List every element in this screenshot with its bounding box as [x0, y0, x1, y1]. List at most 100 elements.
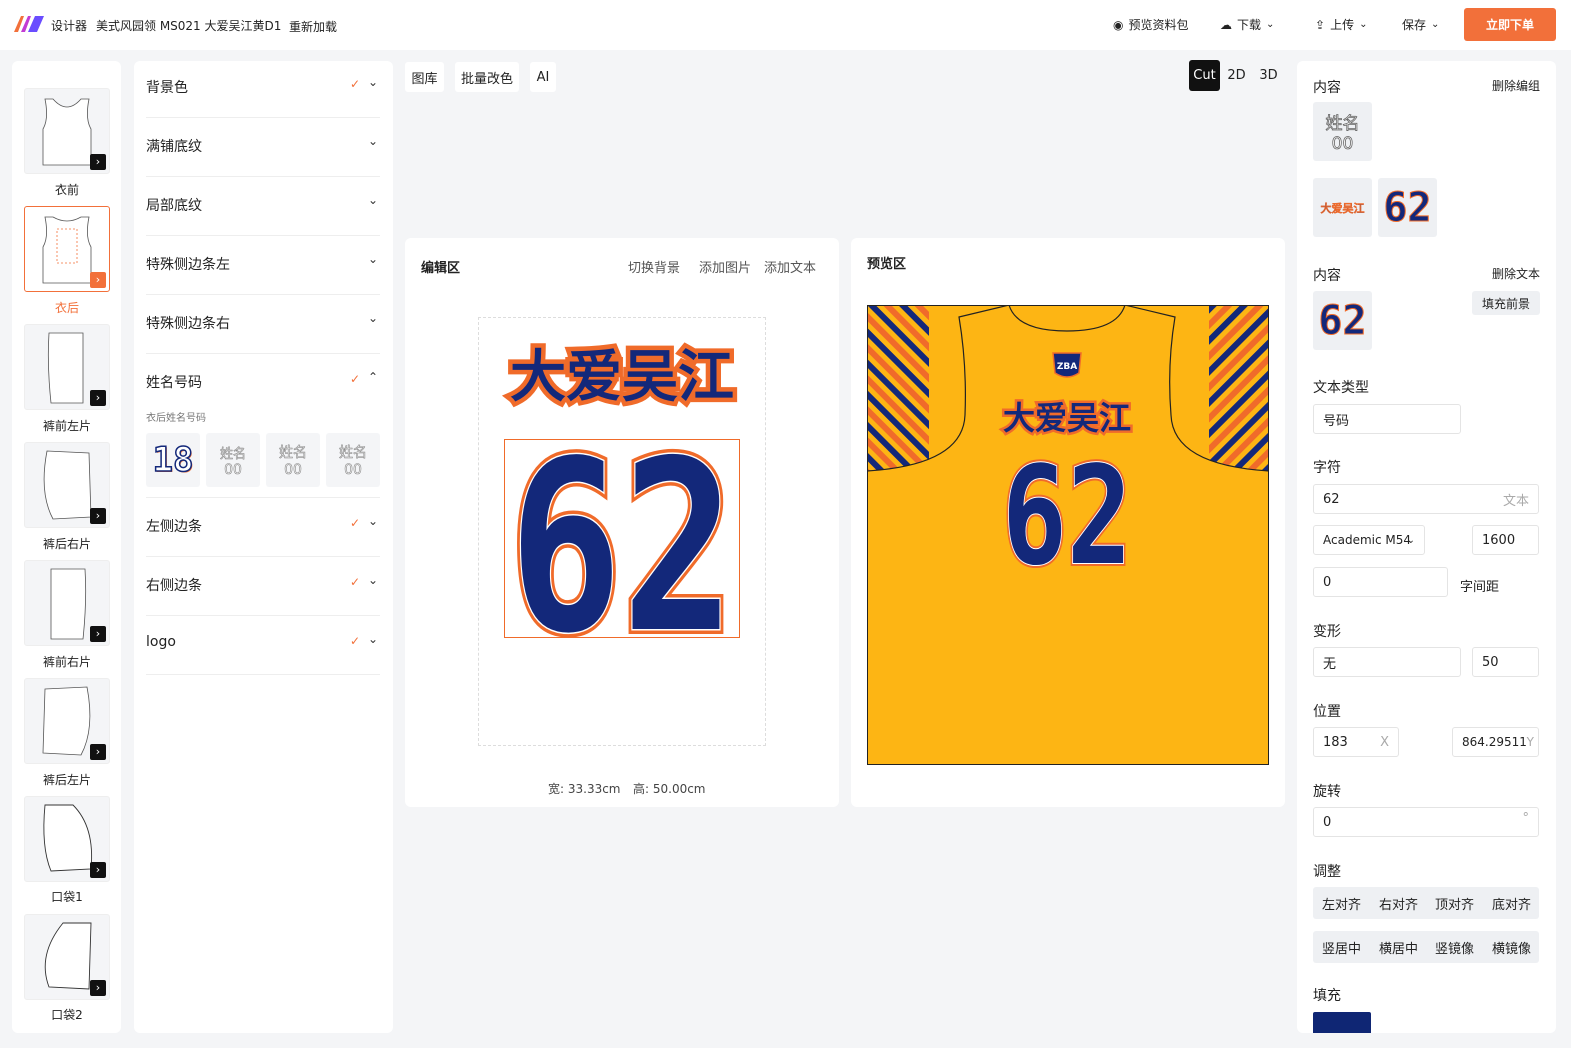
batch-recolor-button[interactable]: 批量改色 — [455, 62, 519, 92]
preview-pack-label: 预览资料包 — [1128, 18, 1189, 32]
chevron-right-icon[interactable]: › — [90, 862, 106, 878]
chevron-down-icon[interactable]: ⌄ — [368, 193, 378, 207]
download-label: 下载 — [1237, 18, 1262, 32]
text-type-select[interactable]: 号码 — [1313, 404, 1461, 434]
layer-special-side-right[interactable]: 特殊侧边条右 ⌄ — [146, 295, 380, 354]
piece-thumb-pocket-2[interactable]: › — [24, 914, 110, 1000]
piece-thumb-front[interactable]: › — [24, 88, 110, 174]
thumb-text: 00 — [1331, 134, 1354, 155]
team-text-thumb[interactable]: 大爱吴江 — [1313, 178, 1372, 237]
piece-thumb-pants-back-right[interactable]: › — [24, 442, 110, 528]
chevron-down-icon[interactable]: ⌄ — [368, 311, 378, 325]
upload-button[interactable]: ⇪ 上传 ⌄ — [1315, 16, 1367, 33]
chevron-down-icon[interactable]: ⌄ — [368, 134, 378, 148]
chevron-down-icon[interactable]: ⌄ — [368, 252, 378, 266]
chevron-up-icon[interactable]: ⌃ — [368, 370, 378, 384]
char-label: 字符 — [1313, 460, 1341, 476]
number-text-object[interactable]: 62 62 — [504, 439, 740, 638]
chevron-right-icon[interactable]: › — [90, 154, 106, 170]
align-right-button[interactable]: 右对齐 — [1370, 887, 1427, 919]
font-select[interactable]: Academic M54 ⌄ — [1313, 525, 1425, 555]
layer-special-side-left[interactable]: 特殊侧边条左 ⌄ — [146, 236, 380, 295]
font-size-input[interactable]: 1600 — [1472, 525, 1539, 555]
selected-text-thumb[interactable]: 62 — [1313, 291, 1372, 350]
library-button[interactable]: 图库 — [405, 62, 444, 92]
char-input[interactable]: 62 文本 — [1313, 484, 1539, 514]
mirror-vertical-button[interactable]: 竖镜像 — [1426, 931, 1483, 963]
layer-full-pattern[interactable]: 满铺底纹 ⌄ — [146, 118, 380, 177]
reload-link[interactable]: 重新加载 — [289, 18, 337, 35]
ai-button[interactable]: AI — [530, 62, 556, 92]
chevron-right-icon[interactable]: › — [90, 980, 106, 996]
piece-thumb-back[interactable]: › — [24, 206, 110, 292]
pos-x-suffix: X — [1380, 734, 1389, 750]
font-style-option[interactable]: 姓名 00 — [326, 433, 380, 487]
piece-thumb-pants-back-left[interactable]: › — [24, 678, 110, 764]
team-name-text-object[interactable]: 大爱吴江 — [502, 340, 742, 411]
view-3d-button[interactable]: 3D — [1253, 60, 1284, 91]
zba-logo-icon: ZBA — [1052, 352, 1082, 378]
tile-text: 00 — [224, 461, 242, 478]
check-icon: ✓ — [349, 575, 360, 589]
chevron-right-icon[interactable]: › — [90, 272, 106, 288]
letter-spacing-label: 字间距 — [1460, 580, 1500, 595]
align-left-button[interactable]: 左对齐 — [1313, 887, 1370, 919]
font-sample-text: 18 — [152, 439, 194, 481]
thumb-text: 62 — [1318, 297, 1367, 344]
font-style-option[interactable]: 姓名 00 — [206, 433, 260, 487]
chevron-right-icon[interactable]: › — [90, 390, 106, 406]
preview-team-name: 大爱吴江 — [1003, 399, 1131, 437]
center-horizontal-button[interactable]: 横居中 — [1370, 931, 1427, 963]
position-y-input[interactable]: 864.29511 Y — [1452, 727, 1539, 757]
group-thumb[interactable]: 姓名 00 — [1313, 102, 1372, 161]
fill-foreground-button[interactable]: 填充前景 — [1472, 291, 1540, 315]
layer-left-side-strip[interactable]: 左侧边条 ✓ ⌄ — [146, 498, 380, 557]
position-label: 位置 — [1313, 704, 1341, 720]
align-top-button[interactable]: 顶对齐 — [1426, 887, 1483, 919]
add-image-link[interactable]: 添加图片 — [699, 257, 751, 276]
piece-thumb-pants-front-left[interactable]: › — [24, 324, 110, 410]
check-icon: ✓ — [349, 77, 360, 91]
transform-amount-input[interactable]: 50 — [1472, 647, 1539, 677]
chevron-down-icon[interactable]: ⌄ — [368, 75, 378, 89]
delete-group-button[interactable]: 删除编组 — [1492, 77, 1540, 94]
mirror-horizontal-button[interactable]: 横镜像 — [1483, 931, 1540, 963]
layer-right-side-strip[interactable]: 右侧边条 ✓ ⌄ — [146, 557, 380, 616]
chevron-down-icon[interactable]: ⌄ — [368, 514, 378, 528]
layer-subtitle: 衣后姓名号码 — [146, 413, 206, 424]
rotate-input[interactable]: 0 ° — [1313, 807, 1539, 837]
jersey-preview[interactable]: ZBA 大爱吴江 62 62 — [867, 305, 1269, 765]
layer-logo[interactable]: logo ✓ ⌄ — [146, 616, 380, 675]
preview-area-title: 预览区 — [867, 257, 907, 272]
layer-title: 背景色 — [146, 80, 188, 96]
download-button[interactable]: ☁ 下载 ⌄ — [1220, 16, 1274, 33]
view-cut-button[interactable]: Cut — [1189, 60, 1220, 91]
fill-color-swatch[interactable] — [1313, 1012, 1371, 1033]
layer-title: 局部底纹 — [146, 198, 202, 214]
order-now-button[interactable]: 立即下单 — [1464, 8, 1556, 41]
view-2d-button[interactable]: 2D — [1221, 60, 1252, 91]
add-text-link[interactable]: 添加文本 — [764, 257, 816, 276]
font-style-option[interactable]: 姓名 00 — [266, 433, 320, 487]
pos-x-value: 183 — [1323, 734, 1348, 750]
switch-background-link[interactable]: 切换背景 — [628, 257, 680, 276]
position-x-input[interactable]: 183 X — [1313, 727, 1399, 757]
chevron-down-icon[interactable]: ⌄ — [368, 573, 378, 587]
align-bottom-button[interactable]: 底对齐 — [1483, 887, 1540, 919]
layer-partial-pattern[interactable]: 局部底纹 ⌄ — [146, 177, 380, 236]
piece-thumb-pocket-1[interactable]: › — [24, 796, 110, 882]
piece-thumb-pants-front-right[interactable]: › — [24, 560, 110, 646]
chevron-down-icon[interactable]: ⌄ — [368, 632, 378, 646]
letter-spacing-input[interactable]: 0 — [1313, 567, 1448, 597]
transform-select[interactable]: 无 — [1313, 647, 1461, 677]
chevron-right-icon[interactable]: › — [90, 744, 106, 760]
save-button[interactable]: 保存 ⌄ — [1402, 16, 1439, 33]
preview-pack-button[interactable]: ◉ 预览资料包 — [1113, 16, 1189, 33]
delete-text-button[interactable]: 删除文本 — [1492, 265, 1540, 282]
layer-background-color[interactable]: 背景色 ✓ ⌄ — [146, 59, 380, 118]
number-thumb[interactable]: 62 — [1378, 178, 1437, 237]
chevron-right-icon[interactable]: › — [90, 626, 106, 642]
chevron-right-icon[interactable]: › — [90, 508, 106, 524]
font-style-option[interactable]: 18 — [146, 433, 200, 487]
center-vertical-button[interactable]: 竖居中 — [1313, 931, 1370, 963]
